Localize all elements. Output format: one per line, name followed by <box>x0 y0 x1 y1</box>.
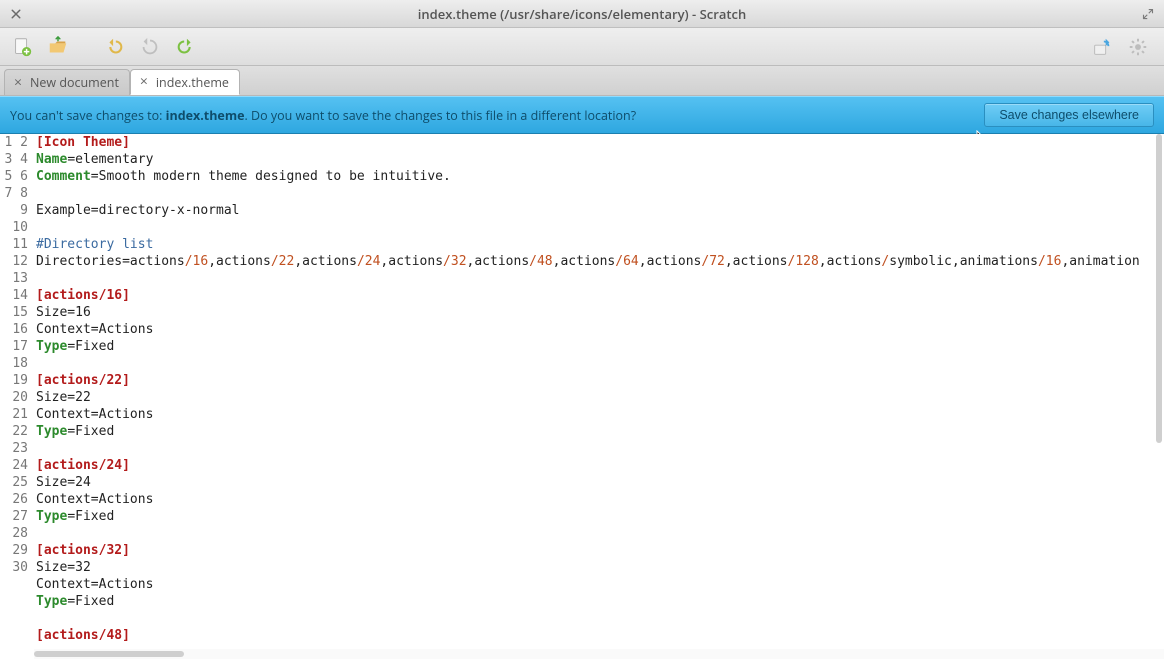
line-number-gutter: 1 2 3 4 5 6 7 8 9 10 11 12 13 14 15 16 1… <box>0 134 34 659</box>
tab-bar: × New document × index.theme <box>0 66 1164 96</box>
new-file-button[interactable] <box>6 32 38 62</box>
tab-label: New document <box>30 74 119 91</box>
code-area[interactable]: [Icon Theme] Name=elementary Comment=Smo… <box>34 134 1164 659</box>
tab-label: index.theme <box>156 74 229 91</box>
close-icon[interactable]: × <box>11 76 25 90</box>
open-file-button[interactable] <box>42 32 74 62</box>
infobar-message: You can't save changes to: index.theme. … <box>10 107 984 124</box>
share-button[interactable] <box>1086 32 1118 62</box>
source-editor[interactable]: 1 2 3 4 5 6 7 8 9 10 11 12 13 14 15 16 1… <box>0 134 1164 659</box>
main-toolbar <box>0 28 1164 66</box>
undo-button[interactable] <box>98 32 130 62</box>
infobar-filename: index.theme <box>166 107 245 124</box>
window-titlebar: index.theme (/usr/share/icons/elementary… <box>0 0 1164 28</box>
revert-button[interactable] <box>134 32 166 62</box>
readonly-infobar: You can't save changes to: index.theme. … <box>0 96 1164 134</box>
horizontal-scrollbar[interactable] <box>34 649 1164 659</box>
window-close-button[interactable] <box>6 4 26 24</box>
tab-new-document[interactable]: × New document <box>4 69 130 95</box>
infobar-text-prefix: You can't save changes to: <box>10 107 166 124</box>
infobar-text-suffix: . Do you want to save the changes to thi… <box>244 107 636 124</box>
save-elsewhere-button[interactable]: Save changes elsewhere <box>984 103 1154 127</box>
settings-button[interactable] <box>1122 32 1154 62</box>
close-icon[interactable]: × <box>137 75 151 89</box>
tab-index-theme[interactable]: × index.theme <box>130 69 240 95</box>
window-maximize-button[interactable] <box>1138 4 1158 24</box>
vertical-scrollbar[interactable] <box>1154 134 1164 649</box>
window-title: index.theme (/usr/share/icons/elementary… <box>0 5 1164 23</box>
redo-button[interactable] <box>170 32 202 62</box>
